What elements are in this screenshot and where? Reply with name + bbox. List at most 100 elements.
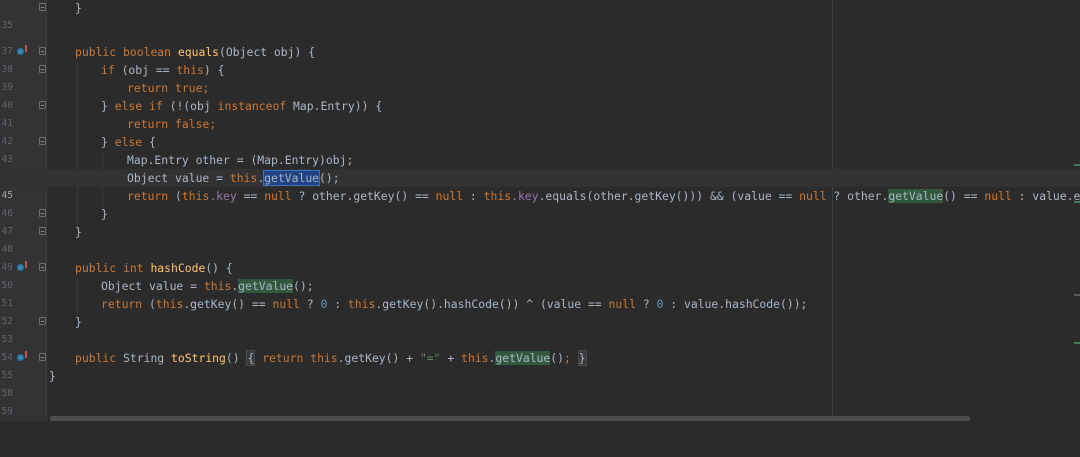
code-token: boolean xyxy=(123,45,172,59)
code-token: (); xyxy=(293,279,314,293)
code-token: null xyxy=(608,297,636,311)
override-method-icon[interactable] xyxy=(17,45,27,55)
code-line[interactable]: 58 } xyxy=(0,367,1080,399)
code-token: : xyxy=(327,297,348,311)
code-token: } xyxy=(75,1,82,15)
code-text: public String toString() { return this.g… xyxy=(75,349,587,367)
code-line[interactable]: 35 } xyxy=(0,0,1080,31)
fold-icon[interactable] xyxy=(39,3,46,11)
code-token: int xyxy=(123,261,144,275)
code-token: else xyxy=(114,99,143,113)
code-line[interactable]: 38 public boolean equals(Object obj) { xyxy=(0,43,1080,75)
code-line-current[interactable]: 45 Object value = this.getValue(); xyxy=(0,169,1080,201)
code-token: return xyxy=(262,351,304,365)
fold-icon[interactable] xyxy=(39,227,46,235)
code-token: (!(obj xyxy=(162,99,218,113)
code-token: public xyxy=(75,261,117,275)
code-token: } xyxy=(75,315,82,329)
code-token: ? other. xyxy=(826,189,889,203)
code-token: : xyxy=(463,189,484,203)
code-token: this xyxy=(310,351,338,365)
code-token: () { xyxy=(205,261,233,275)
fold-icon[interactable] xyxy=(39,65,46,73)
fold-icon[interactable] xyxy=(39,317,46,325)
error-stripe-mark[interactable] xyxy=(1074,164,1080,166)
code-token: ( xyxy=(142,297,156,311)
code-token: null xyxy=(799,189,827,203)
code-line[interactable]: 55 public String toString() { return thi… xyxy=(0,349,1080,381)
code-line[interactable]: 49 xyxy=(0,241,1080,273)
code-line[interactable]: 44 Map.Entry other = (Map.Entry)obj; xyxy=(0,151,1080,183)
code-token: instanceof xyxy=(217,99,287,113)
line-number: 59 xyxy=(1,406,13,417)
code-token: () == xyxy=(943,189,985,203)
fold-icon[interactable] xyxy=(39,209,46,217)
code-token: } xyxy=(101,135,115,149)
code-token: return xyxy=(127,81,169,95)
code-token: false xyxy=(175,117,210,131)
error-stripe-mark[interactable] xyxy=(1074,342,1080,344)
fold-icon[interactable] xyxy=(39,47,46,55)
code-token: (); xyxy=(319,171,340,185)
code-token: .key xyxy=(209,189,237,203)
code-line[interactable]: 40 return true; xyxy=(0,79,1080,111)
code-line[interactable]: 52 return (this.getKey() == null ? 0 : t… xyxy=(0,295,1080,327)
code-token: Map.Entry)) { xyxy=(286,99,383,113)
code-token: ) { xyxy=(203,63,225,77)
code-token: null xyxy=(984,189,1012,203)
fold-icon[interactable] xyxy=(39,101,46,109)
code-text: Map.Entry other = (Map.Entry)obj; xyxy=(127,151,353,169)
code-token: (obj == xyxy=(114,63,177,77)
code-text: } else { xyxy=(101,133,156,151)
error-stripe-mark[interactable] xyxy=(1074,201,1080,203)
code-line[interactable]: 54 xyxy=(0,331,1080,363)
code-line[interactable]: 37 xyxy=(0,25,1080,57)
code-token: this xyxy=(176,63,204,77)
code-line[interactable]: 39 if (obj == this) { xyxy=(0,61,1080,93)
code-token: .getKey() + xyxy=(337,351,420,365)
code-token: { xyxy=(142,135,156,149)
folded-brace[interactable]: { xyxy=(246,350,256,366)
code-token: } xyxy=(75,225,82,239)
code-editor[interactable]: 35 } 37 38 public boolean equals(Object … xyxy=(0,0,1080,421)
code-line[interactable]: 51 Object value = this.getValue(); xyxy=(0,277,1080,309)
override-method-icon[interactable] xyxy=(17,351,27,361)
fold-icon[interactable] xyxy=(39,353,46,361)
code-text: Object value = this.getValue(); xyxy=(101,277,314,295)
code-line[interactable]: 46 return (this.key == null ? other.getK… xyxy=(0,187,1080,219)
code-token: equals xyxy=(177,45,220,59)
code-token: } xyxy=(101,207,108,221)
code-line[interactable]: 50 public int hashCode() { xyxy=(0,259,1080,291)
code-token: this xyxy=(347,297,376,311)
code-token: ? other.getKey() == xyxy=(291,189,436,203)
code-token: ( xyxy=(168,189,182,203)
code-token: == xyxy=(236,189,265,203)
code-line[interactable]: 59 xyxy=(0,385,1080,417)
code-text: return true; xyxy=(127,79,209,97)
horizontal-scrollbar[interactable] xyxy=(50,416,970,421)
code-text: } xyxy=(49,367,56,385)
override-method-icon[interactable] xyxy=(17,261,27,271)
code-token: .getKey().hashCode()) ^ (value == xyxy=(375,297,609,311)
code-line[interactable]: 53 } xyxy=(0,313,1080,345)
fold-icon[interactable] xyxy=(39,263,46,271)
error-stripe-mark[interactable] xyxy=(1074,294,1080,296)
code-line[interactable]: 48 } xyxy=(0,223,1080,255)
code-token: Object value = xyxy=(101,279,204,293)
code-token: this xyxy=(461,351,489,365)
code-line[interactable]: 42 return false; xyxy=(0,115,1080,147)
fold-icon[interactable] xyxy=(39,137,46,145)
code-line[interactable]: 41 } else if (!(obj instanceof Map.Entry… xyxy=(0,97,1080,129)
code-token: true xyxy=(175,81,203,95)
code-token: ; xyxy=(202,81,210,95)
code-token: () xyxy=(225,351,247,365)
code-line[interactable]: 43 } else { xyxy=(0,133,1080,165)
folded-brace[interactable]: } xyxy=(577,350,587,366)
selected-token[interactable]: getValue xyxy=(263,170,321,186)
code-text: if (obj == this) { xyxy=(101,61,224,79)
code-token: ? xyxy=(635,297,657,311)
code-text: } xyxy=(75,0,82,17)
code-line[interactable]: 47 } xyxy=(0,205,1080,237)
